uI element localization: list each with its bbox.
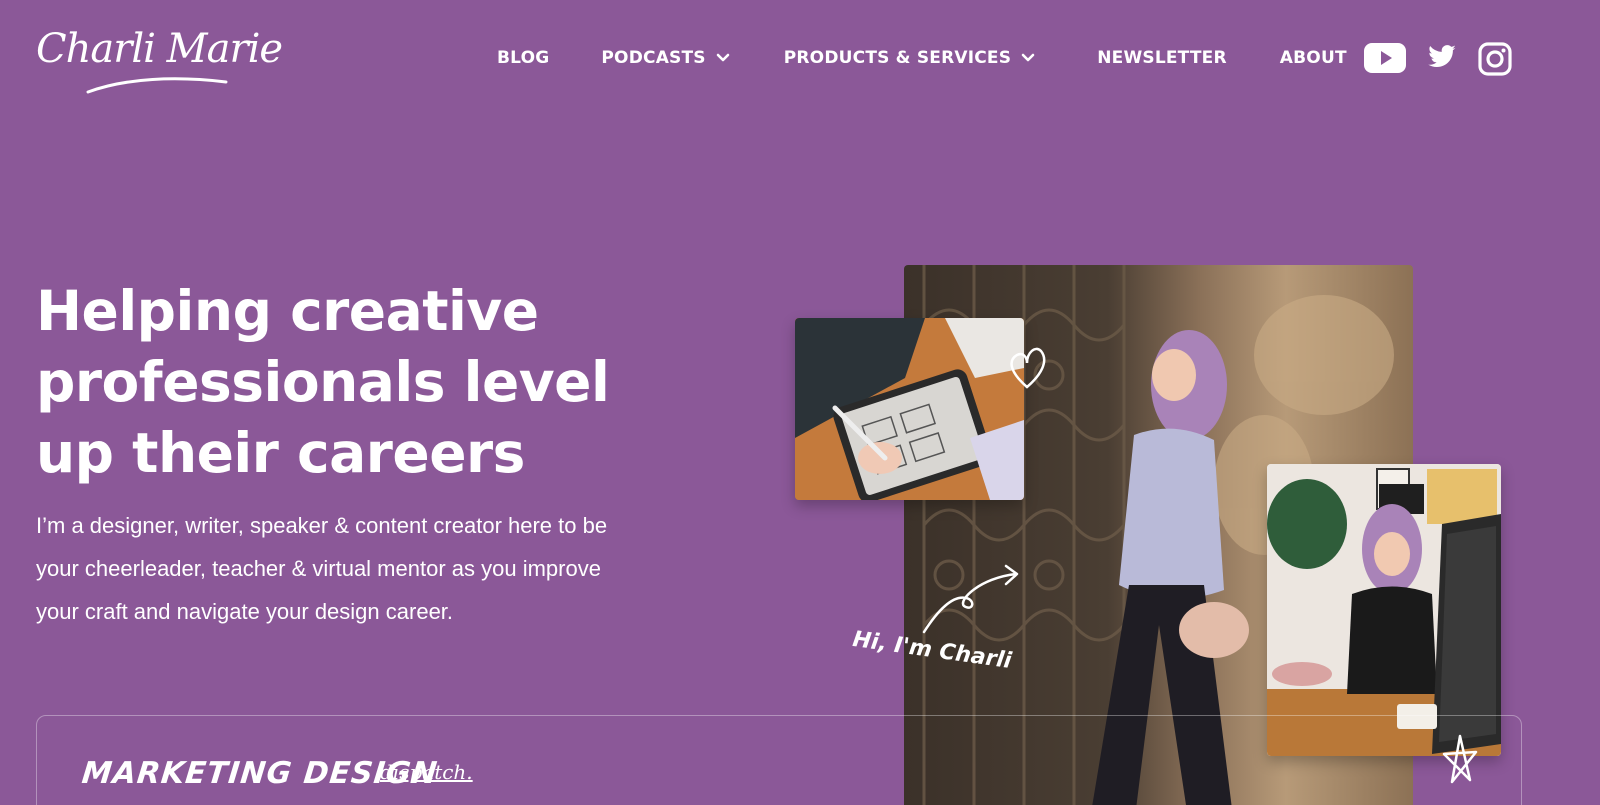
hero-description: I’m a designer, writer, speaker & conten… — [36, 513, 608, 624]
nav-podcasts-label: PODCASTS — [601, 48, 706, 68]
nav-products-services-label: PRODUCTS & SERVICES — [783, 48, 1012, 68]
dispatch-subtitle: dispatch. — [380, 760, 473, 784]
instagram-link[interactable] — [1478, 42, 1512, 76]
nav-products-services[interactable]: PRODUCTS & SERVICES — [784, 48, 1035, 68]
twitter-icon — [1428, 45, 1456, 68]
youtube-link[interactable] — [1364, 42, 1406, 74]
nav-newsletter[interactable]: NEWSLETTER — [1097, 48, 1227, 68]
hero-photo-tablet — [795, 318, 1024, 500]
heart-doodle-icon — [1010, 347, 1046, 389]
chevron-down-icon — [716, 53, 730, 62]
logo-flourish — [86, 77, 228, 94]
hero-photo-desk — [1267, 464, 1501, 756]
hero-title: Helping creative professionals level up … — [36, 279, 610, 485]
chevron-down-icon — [1021, 53, 1035, 62]
nav-podcasts[interactable]: PODCASTS — [601, 48, 730, 68]
nav-newsletter-label: NEWSLETTER — [1097, 48, 1227, 68]
twitter-link[interactable] — [1425, 42, 1459, 72]
nav-blog-label: BLOG — [497, 48, 550, 68]
nav-about[interactable]: ABOUT — [1280, 48, 1347, 68]
nav-about-label: ABOUT — [1279, 48, 1347, 68]
instagram-icon — [1478, 42, 1512, 76]
main-navigation: BLOG PODCASTS PRODUCTS & SERVICES NEWSLE… — [497, 48, 1347, 68]
arrow-doodle-icon — [922, 564, 1019, 634]
site-logo[interactable]: Charli Marie — [36, 26, 283, 72]
nav-blog[interactable]: BLOG — [497, 48, 549, 68]
youtube-icon — [1364, 43, 1406, 73]
